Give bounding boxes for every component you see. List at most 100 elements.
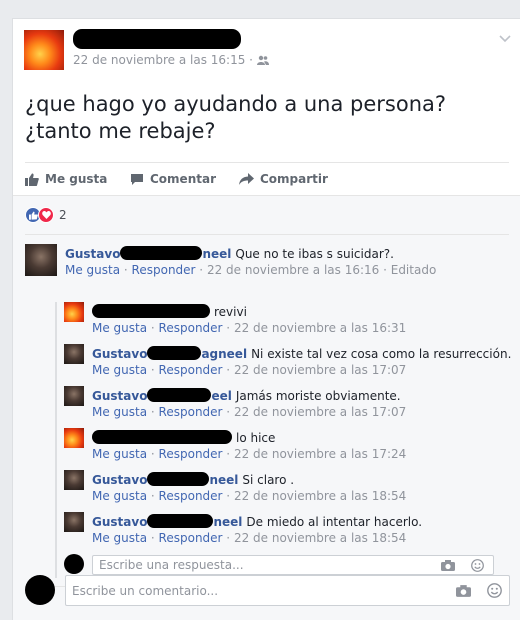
meta-separator: ·: [195, 263, 207, 277]
comment-like-link[interactable]: Me gusta: [65, 263, 120, 277]
comment-like-link[interactable]: Me gusta: [92, 447, 147, 461]
reaction-count: 2: [59, 208, 67, 222]
thumbs-up-icon: [25, 173, 39, 186]
comments-section: 2 Gustavo neel Que no te ibas s suicidar?.…: [13, 195, 520, 620]
share-button[interactable]: Compartir: [239, 172, 328, 186]
comment-reply-link[interactable]: Responder: [159, 489, 223, 503]
comment-like-link[interactable]: Me gusta: [92, 489, 147, 503]
commenter-name-redacted: [120, 246, 203, 260]
commenter-avatar[interactable]: [64, 344, 84, 364]
meta-separator: ·: [147, 531, 159, 545]
camera-icon[interactable]: [441, 560, 455, 571]
comment-text: De miedo al intentar hacerlo.: [246, 515, 423, 529]
commenter-name-end[interactable]: agneel: [201, 347, 247, 361]
comment-meta: Me gusta · Responder · 22 de noviembre a…: [65, 263, 436, 277]
post-meta: 22 de noviembre a las 16:15 ·: [73, 53, 269, 67]
comment-timestamp[interactable]: 22 de noviembre a las 16:31: [234, 321, 406, 335]
comment-like-link[interactable]: Me gusta: [92, 531, 147, 545]
friends-icon[interactable]: [256, 55, 269, 65]
comment-text: Ni existe tal vez cosa como la resurrecc…: [251, 347, 512, 361]
camera-icon[interactable]: [456, 585, 471, 597]
commenter-avatar[interactable]: [64, 302, 84, 322]
comment-body: Gustavo agneel Ni existe tal vez cosa como…: [92, 345, 511, 362]
comment-timestamp[interactable]: 22 de noviembre a las 18:54: [234, 531, 406, 545]
comment-timestamp[interactable]: 22 de noviembre a las 18:54: [234, 489, 406, 503]
commenter-name-start[interactable]: Gustavo: [92, 347, 147, 361]
commenter-name-end[interactable]: neel: [209, 473, 238, 487]
meta-separator: ·: [222, 489, 234, 503]
reactions-summary[interactable]: 2: [25, 207, 67, 223]
divider: [25, 234, 509, 235]
post-text: ¿que hago yo ayudando a una persona? ¿ta…: [25, 91, 446, 145]
meta-separator: ·: [120, 263, 132, 277]
comment-meta: Me gusta · Responder · 22 de noviembre a…: [92, 489, 406, 503]
reply-input[interactable]: Escribe una respuesta...: [92, 555, 494, 575]
comment-text: Jamás moriste obviamente.: [235, 389, 401, 403]
comment-meta: Me gusta · Responder · 22 de noviembre a…: [92, 405, 406, 419]
commenter-name-redacted: [92, 430, 232, 444]
comment-reply-link[interactable]: Responder: [159, 321, 223, 335]
comment-input[interactable]: Escribe un comentario...: [65, 575, 510, 606]
comment-reply-link[interactable]: Responder: [132, 263, 196, 277]
reply-thread-line: [55, 302, 57, 578]
commenter-avatar[interactable]: [64, 470, 84, 490]
comment-reply-link[interactable]: Responder: [159, 405, 223, 419]
commenter-name-start[interactable]: Gustavo: [65, 247, 120, 261]
comment-body: revivi: [92, 303, 247, 320]
author-avatar[interactable]: [24, 30, 64, 70]
post-card: 22 de noviembre a las 16:15 · ¿que hago …: [12, 18, 520, 620]
commenter-name-end[interactable]: neel: [202, 247, 231, 261]
comment-like-link[interactable]: Me gusta: [92, 321, 147, 335]
comment-body: Gustavo neel De miedo al intentar hacerlo.: [92, 513, 422, 530]
comment-meta: Me gusta · Responder · 22 de noviembre a…: [92, 363, 406, 377]
comment-text: Que no te ibas s suicidar?.: [235, 247, 394, 261]
commenter-name-start[interactable]: Gustavo: [92, 515, 147, 529]
post-timestamp[interactable]: 22 de noviembre a las 16:15: [73, 53, 245, 67]
comment-text: lo hice: [236, 431, 276, 445]
commenter-name-start[interactable]: Gustavo: [92, 473, 147, 487]
comment-edited-label[interactable]: Editado: [391, 263, 437, 277]
meta-separator: ·: [222, 447, 234, 461]
commenter-name-end[interactable]: eel: [211, 389, 231, 403]
meta-separator: ·: [222, 405, 234, 419]
comment-label: Comentar: [150, 172, 216, 186]
meta-separator: ·: [222, 321, 234, 335]
commenter-avatar[interactable]: [64, 428, 84, 448]
comment-button[interactable]: Comentar: [130, 172, 216, 186]
comment-reply-link[interactable]: Responder: [159, 531, 223, 545]
comment-meta: Me gusta · Responder · 22 de noviembre a…: [92, 447, 406, 461]
commenter-avatar[interactable]: [25, 244, 57, 276]
comment-reply-link[interactable]: Responder: [159, 447, 223, 461]
chevron-down-icon[interactable]: [499, 35, 511, 43]
commenter-name-end[interactable]: neel: [213, 515, 242, 529]
commenter-avatar-redacted: [25, 575, 55, 605]
commenter-name-start[interactable]: Gustavo: [92, 389, 147, 403]
commenter-name-redacted: [92, 304, 210, 318]
meta-separator: ·: [379, 263, 391, 277]
comment-body: Gustavo eel Jamás moriste obviamente.: [92, 387, 401, 404]
commenter-avatar[interactable]: [64, 386, 84, 406]
comment-timestamp[interactable]: 22 de noviembre a las 17:07: [234, 363, 406, 377]
comment-reply-link[interactable]: Responder: [159, 363, 223, 377]
comment-timestamp[interactable]: 22 de noviembre a las 17:07: [234, 405, 406, 419]
emoji-icon[interactable]: [487, 583, 502, 598]
comment-like-link[interactable]: Me gusta: [92, 405, 147, 419]
comment-text: revivi: [214, 305, 247, 319]
commenter-avatar[interactable]: [64, 512, 84, 532]
like-label: Me gusta: [45, 172, 108, 186]
comment-timestamp[interactable]: 22 de noviembre a las 17:24: [234, 447, 406, 461]
comment-timestamp[interactable]: 22 de noviembre a las 16:16: [207, 263, 379, 277]
commenter-name-redacted: [147, 514, 214, 528]
comment-meta: Me gusta · Responder · 22 de noviembre a…: [92, 321, 406, 335]
meta-separator: ·: [147, 447, 159, 461]
divider: [25, 162, 509, 163]
emoji-icon[interactable]: [471, 559, 484, 572]
reply-placeholder: Escribe una respuesta...: [99, 558, 244, 572]
author-name-redacted[interactable]: [73, 29, 241, 49]
like-button[interactable]: Me gusta: [25, 172, 107, 186]
commenter-name-redacted: [147, 388, 212, 402]
comment-like-link[interactable]: Me gusta: [92, 363, 147, 377]
comment-placeholder: Escribe un comentario...: [72, 583, 219, 598]
commenter-name-redacted: [147, 472, 210, 486]
comment-body: Gustavo neel Si claro .: [92, 471, 294, 488]
